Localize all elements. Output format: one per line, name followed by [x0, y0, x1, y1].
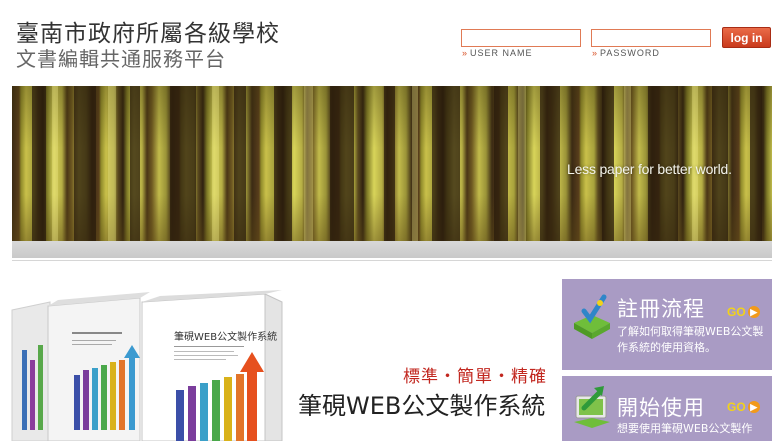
start-using-title: 開始使用	[617, 396, 705, 420]
register-process-description: 了解如何取得筆硯WEB公文製作系統的使用資格。	[617, 325, 764, 354]
section-divider	[12, 260, 772, 261]
site-subtitle: 文書編輯共通服務平台	[16, 47, 226, 71]
register-process-panel[interactable]: 註冊流程 GO ▶ 了解如何取得筆硯WEB公文製作系統的使用資格。	[562, 279, 772, 370]
arrow-right-icon: ▶	[747, 401, 760, 413]
product-boxes-image: 筆硯WEB公文製作系統	[0, 290, 290, 441]
monitor-arrow-icon	[570, 384, 614, 434]
checkmark-box-icon	[570, 293, 614, 345]
login-button[interactable]: log in	[722, 27, 771, 48]
username-label: » USER NAME	[462, 48, 533, 58]
double-chevron-icon: »	[592, 48, 599, 58]
register-go-button[interactable]: GO ▶	[727, 305, 760, 319]
username-input[interactable]	[461, 29, 581, 47]
double-chevron-icon: »	[462, 48, 469, 58]
arrow-right-icon: ▶	[747, 306, 760, 318]
banner-tagline: Less paper for better world.	[567, 161, 732, 177]
start-using-description: 想要使用筆硯WEB公文製作	[617, 422, 753, 435]
start-go-button[interactable]: GO ▶	[727, 400, 760, 414]
banner-footer-bar	[12, 241, 772, 258]
product-box-middle	[47, 292, 150, 441]
product-name: 筆硯WEB公文製作系統	[298, 392, 546, 420]
svg-text:筆硯WEB公文製作系統: 筆硯WEB公文製作系統	[174, 330, 277, 343]
password-label: » PASSWORD	[592, 48, 660, 58]
password-input[interactable]	[591, 29, 711, 47]
product-box-back	[11, 301, 51, 441]
product-box-front: 筆硯WEB公文製作系統	[141, 290, 283, 441]
product-slogan: 標準・簡單・精確	[403, 367, 547, 387]
start-using-panel[interactable]: 開始使用 GO ▶ 想要使用筆硯WEB公文製作	[562, 376, 772, 441]
register-process-title: 註冊流程	[617, 297, 705, 321]
